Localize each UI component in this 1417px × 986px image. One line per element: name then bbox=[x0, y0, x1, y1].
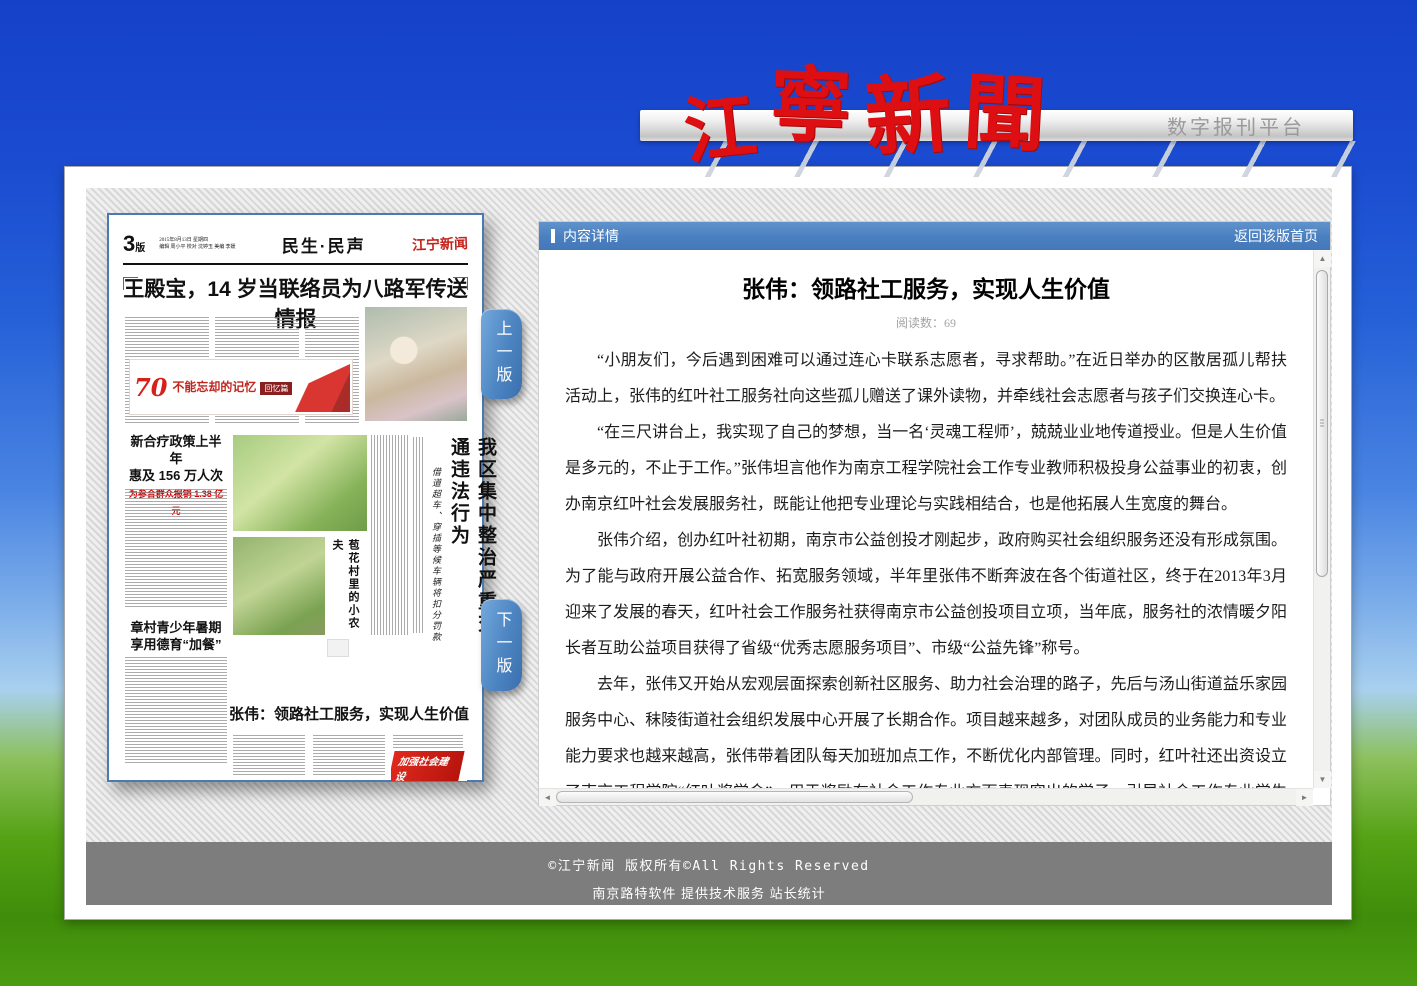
simulated-text-column bbox=[125, 657, 227, 765]
main-container: 3版 2015年8月13日 星期四 编辑 周小平 校对 沈婷玉 美编 李媛 民生… bbox=[64, 166, 1352, 920]
scroll-down-icon[interactable]: ▼ bbox=[1314, 771, 1331, 788]
article-paragraph: “在三尺讲台上，我实现了自己的梦想，当一名‘灵魂工程师’，兢兢业业地传道授业。但… bbox=[565, 415, 1287, 523]
article-paragraph: 去年，张伟又开始从宏观层面探索创新社区服务、助力社会治理的路子，先后与汤山街道益… bbox=[565, 667, 1287, 788]
site-logo: 江寧新聞 bbox=[682, 38, 1082, 156]
memory-70-badge: 70 不能忘却的记忆 回忆篇 bbox=[129, 359, 353, 415]
feature-article-headline: 张伟：领路社工服务，实现人生价值 bbox=[229, 703, 469, 724]
horizontal-scrollbar[interactable]: ◄ ► bbox=[539, 788, 1313, 805]
youth-article-title: 章村青少年暑期 享用德育“加餐” bbox=[125, 619, 227, 653]
read-count: 阅读数：69 bbox=[565, 314, 1287, 331]
newspaper-header: 3版 2015年8月13日 星期四 编辑 周小平 校对 沈婷玉 美编 李媛 民生… bbox=[123, 227, 468, 261]
badge-text: 不能忘却的记忆 回忆篇 bbox=[172, 378, 292, 396]
simulated-text-column bbox=[313, 735, 385, 777]
article-title: 张伟：领路社工服务，实现人生价值 bbox=[565, 270, 1287, 304]
simulated-vertical-text bbox=[371, 435, 409, 635]
page-number: 3版 bbox=[123, 231, 145, 257]
panel-header: 内容详情 返回该版首页 bbox=[539, 222, 1330, 250]
horizontal-scroll-thumb[interactable] bbox=[556, 791, 913, 803]
simulated-vertical-text bbox=[413, 437, 425, 633]
article-panel: 内容详情 返回该版首页 张伟：领路社工服务，实现人生价值 阅读数：69 “小朋友… bbox=[538, 221, 1331, 806]
logo-char: 寧 bbox=[768, 38, 854, 160]
back-to-front-link[interactable]: 返回该版首页 bbox=[1234, 226, 1318, 246]
tech-provider: 南京路特软件 提供技术服务 bbox=[592, 886, 765, 901]
newspaper-thumbnail[interactable]: 3版 2015年8月13日 星期四 编辑 周小平 校对 沈婷玉 美编 李媛 民生… bbox=[107, 213, 484, 782]
photo-garden-2 bbox=[233, 537, 325, 635]
article-paragraph: “小朋友们，今后遇到困难可以通过连心卡联系志愿者，寻求帮助。”在近日举办的区散居… bbox=[565, 343, 1287, 415]
newspaper-dateline: 2015年8月13日 星期四 编辑 周小平 校对 沈婷玉 美编 李媛 bbox=[159, 237, 235, 251]
badge-number: 70 bbox=[134, 373, 167, 402]
section-title: 民生·民声 bbox=[236, 232, 412, 257]
simulated-text-column bbox=[233, 735, 305, 777]
photo-elderly-man bbox=[365, 307, 467, 421]
scroll-left-icon[interactable]: ◄ bbox=[539, 789, 556, 806]
site-stats-link[interactable]: 站长统计 bbox=[770, 886, 826, 901]
red-flag-graphic bbox=[286, 364, 350, 412]
traffic-article-subtitle: 借道超车、穿插等候车辆将扣分罚款 bbox=[429, 467, 442, 647]
header-rule bbox=[123, 263, 468, 265]
scroll-right-icon[interactable]: ► bbox=[1296, 789, 1313, 806]
simulated-text-column bbox=[393, 735, 463, 749]
content-background: 3版 2015年8月13日 星期四 编辑 周小平 校对 沈婷玉 美编 李媛 民生… bbox=[86, 188, 1332, 842]
social-governance-banner: 加强社会建设 创新社会治理 主办:江宁区社建工委 bbox=[391, 751, 467, 781]
copyright-line: ©江宁新闻 版权所有©All Rights Reserved bbox=[86, 842, 1332, 874]
logo-char: 新 bbox=[860, 43, 955, 174]
photo-caption: 苞花村里的小农夫 bbox=[329, 539, 361, 635]
page-footer: ©江宁新闻 版权所有©All Rights Reserved 南京路特软件 提供… bbox=[86, 842, 1332, 905]
vertical-scrollbar[interactable]: ▲ ▼ bbox=[1313, 250, 1330, 788]
simulated-text-column bbox=[125, 489, 227, 609]
panel-title: 内容详情 bbox=[563, 226, 619, 246]
scroll-up-icon[interactable]: ▲ bbox=[1314, 250, 1331, 267]
panel-title-marker-icon bbox=[551, 229, 555, 243]
article-body: 张伟：领路社工服务，实现人生价值 阅读数：69 “小朋友们，今后遇到困难可以通过… bbox=[539, 250, 1313, 788]
newspaper-masthead: 江宁新闻 bbox=[412, 233, 469, 255]
logo-char: 江 bbox=[678, 66, 761, 178]
photo-credit-box bbox=[327, 639, 349, 657]
next-page-button[interactable]: 下一版 bbox=[481, 599, 522, 691]
logo-char: 聞 bbox=[961, 45, 1049, 168]
page: 江寧新聞 数字报刊平台 3版 2015年8月13日 星期四 编辑 周小平 校对 … bbox=[0, 0, 1417, 986]
article-paragraph: 张伟介绍，创办红叶社初期，南京市公益创投才刚起步，政府购买社会组织服务还没有形成… bbox=[565, 523, 1287, 667]
vertical-scroll-thumb[interactable] bbox=[1316, 270, 1328, 577]
thumb-grip-icon bbox=[1320, 419, 1324, 428]
prev-page-button[interactable]: 上一版 bbox=[481, 309, 522, 399]
photo-garden-1 bbox=[233, 435, 367, 531]
credits-line: 南京路特软件 提供技术服务 站长统计 bbox=[86, 874, 1332, 902]
platform-label: 数字报刊平台 bbox=[1167, 111, 1353, 140]
